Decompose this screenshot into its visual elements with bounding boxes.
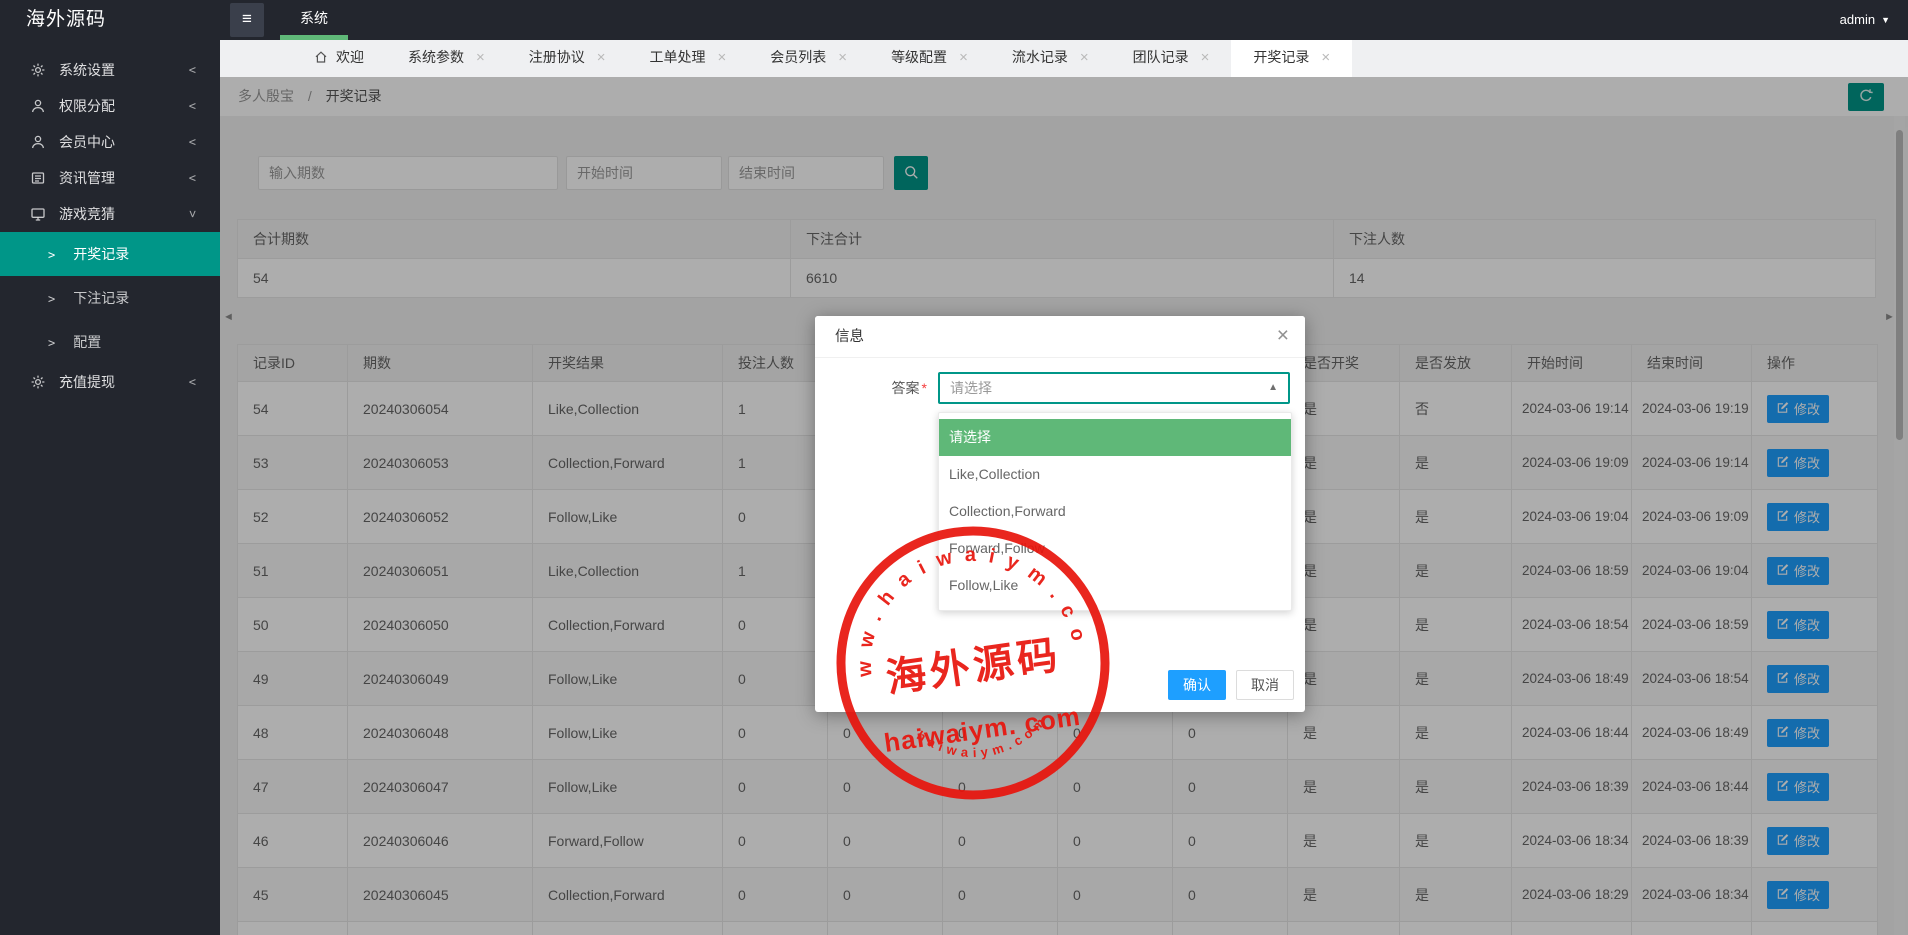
tab-label: 欢迎	[336, 49, 364, 65]
chevron-icon: <	[189, 124, 196, 160]
close-icon[interactable]: ×	[1321, 49, 1330, 66]
top-nav-system[interactable]: 系统	[280, 0, 348, 37]
modal-header: 信息 ×	[815, 316, 1305, 358]
tab-bar: 欢迎系统参数×注册协议×工单处理×会员列表×等级配置×流水记录×团队记录×开奖记…	[220, 38, 1908, 77]
sidebar-subitem[interactable]: > 开奖记录	[0, 232, 220, 276]
close-icon[interactable]: ×	[838, 49, 847, 66]
arrow-right-icon: >	[48, 292, 55, 306]
sidebar-item[interactable]: 资讯管理 <	[0, 160, 220, 196]
dropdown-option[interactable]: Follow,Like	[939, 567, 1291, 604]
sidebar-item-label: 游戏竞猜	[59, 206, 115, 222]
chevron-icon: <	[189, 88, 196, 124]
sidebar-subitem-label: 开奖记录	[73, 246, 129, 262]
tab-工单处理[interactable]: 工单处理 ×	[628, 38, 749, 77]
sidebar-item[interactable]: 系统设置 <	[0, 52, 220, 88]
monitor-icon	[30, 199, 46, 235]
tab-团队记录[interactable]: 团队记录 ×	[1111, 38, 1232, 77]
tab-label: 系统参数	[408, 49, 464, 65]
sidebar-subitem-label: 配置	[73, 334, 101, 350]
sidebar-item[interactable]: 权限分配 <	[0, 88, 220, 124]
tab-label: 工单处理	[650, 49, 706, 65]
close-icon[interactable]: ×	[1080, 49, 1089, 66]
tab-label: 流水记录	[1012, 49, 1068, 65]
dropdown-option[interactable]: 请选择	[939, 419, 1291, 456]
admin-app: 海外源码 ≡ 系统 admin▼ 系统设置<权限分配<会员中心<资讯管理<游戏竞…	[0, 0, 1908, 935]
sidebar-item[interactable]: 游戏竞猜 <	[0, 196, 220, 232]
user-icon	[30, 127, 46, 163]
tab-等级配置[interactable]: 等级配置 ×	[869, 38, 990, 77]
dropdown-option[interactable]: Like,Collection	[939, 456, 1291, 493]
select-arrow-icon: ▲	[1268, 374, 1278, 402]
sidebar-item-label: 系统设置	[59, 62, 115, 78]
tab-会员列表[interactable]: 会员列表 ×	[748, 38, 869, 77]
select-placeholder: 请选择	[940, 374, 1288, 402]
close-icon[interactable]: ×	[476, 49, 485, 66]
arrow-right-icon: >	[48, 248, 55, 262]
sidebar-item[interactable]: 会员中心 <	[0, 124, 220, 160]
sidebar-item-label: 会员中心	[59, 134, 115, 150]
user-icon	[30, 91, 46, 127]
dropdown-option[interactable]: Forward,Follow	[939, 530, 1291, 567]
tab-欢迎[interactable]: 欢迎	[292, 38, 386, 77]
username-label: admin	[1840, 12, 1875, 27]
chevron-icon: <	[174, 210, 210, 217]
tab-注册协议[interactable]: 注册协议 ×	[507, 38, 628, 77]
tab-label: 注册协议	[529, 49, 585, 65]
hamburger-menu-icon[interactable]: ≡	[230, 3, 264, 37]
top-header: 海外源码 ≡ 系统 admin ▼	[0, 0, 1908, 40]
app-logo: 海外源码	[26, 0, 106, 40]
home-icon	[314, 51, 328, 67]
close-icon[interactable]: ×	[718, 49, 727, 66]
required-mark: *	[922, 380, 927, 396]
close-icon[interactable]: ×	[959, 49, 968, 66]
chevron-icon: <	[189, 364, 196, 400]
sidebar-subitem-label: 下注记录	[73, 290, 129, 306]
gear-icon	[30, 367, 46, 403]
confirm-button[interactable]: 确认	[1168, 670, 1226, 700]
sidebar-item[interactable]: 充值提现 <	[0, 364, 220, 400]
answer-label: 答案*	[845, 372, 927, 404]
sidebar: 系统设置 < 权限分配 < 会员中心 < 资讯管理 < 游戏竞猜 < > 开奖记录 > 下注记录 > 配置充值…	[0, 40, 220, 935]
tab-开奖记录[interactable]: 开奖记录 ×	[1231, 38, 1352, 77]
chevron-icon: <	[189, 52, 196, 88]
chevron-down-icon: ▼	[1881, 15, 1890, 25]
tab-label: 团队记录	[1133, 49, 1189, 65]
tab-label: 开奖记录	[1253, 49, 1309, 65]
modal-title: 信息	[835, 329, 864, 345]
close-icon[interactable]: ×	[1277, 316, 1289, 356]
gear-icon	[30, 55, 46, 91]
close-icon[interactable]: ×	[1201, 49, 1210, 66]
dropdown-option[interactable]: Collection,Forward	[939, 493, 1291, 530]
sidebar-item-label: 权限分配	[59, 98, 115, 114]
tab-流水记录[interactable]: 流水记录 ×	[990, 38, 1111, 77]
select-dropdown: 请选择Like,CollectionCollection,ForwardForw…	[938, 412, 1292, 611]
chevron-icon: <	[189, 160, 196, 196]
close-icon[interactable]: ×	[597, 49, 606, 66]
cancel-button[interactable]: 取消	[1236, 670, 1294, 700]
arrow-right-icon: >	[48, 336, 55, 350]
tab-系统参数[interactable]: 系统参数 ×	[386, 38, 507, 77]
sidebar-item-label: 充值提现	[59, 374, 115, 390]
list-icon	[30, 163, 46, 199]
sidebar-subitem[interactable]: > 配置	[0, 320, 220, 364]
nav-active-underline	[280, 35, 348, 40]
sidebar-menu: 系统设置 < 权限分配 < 会员中心 < 资讯管理 < 游戏竞猜 < > 开奖记录 > 下注记录 > 配置充值…	[0, 40, 220, 400]
answer-select[interactable]: 请选择 ▲	[938, 372, 1290, 404]
sidebar-subitem[interactable]: > 下注记录	[0, 276, 220, 320]
user-menu[interactable]: admin ▼	[1840, 0, 1890, 40]
tab-label: 会员列表	[770, 49, 826, 65]
tab-label: 等级配置	[891, 49, 947, 65]
sidebar-item-label: 资讯管理	[59, 170, 115, 186]
